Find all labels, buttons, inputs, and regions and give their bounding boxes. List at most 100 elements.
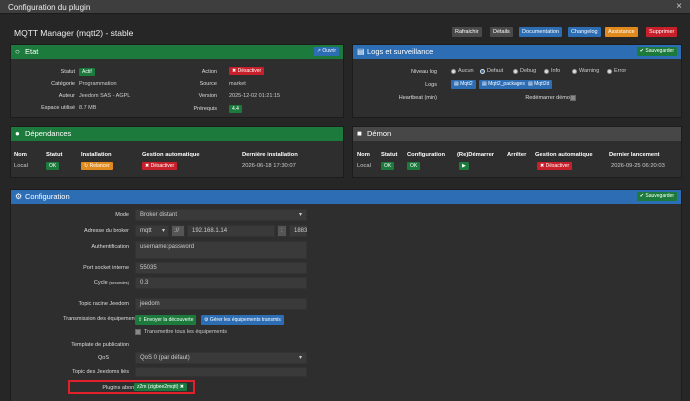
- auteur-value: Jeedom SAS - AGPL: [79, 93, 131, 99]
- version-label: Version: [198, 93, 217, 99]
- log-level-label: Debug: [520, 68, 537, 74]
- log-mqtt2d-button[interactable]: ▤ Mqtt2d: [525, 80, 553, 89]
- categorie-value: Programmation: [79, 81, 117, 87]
- manage-transmitted-button[interactable]: ⚙ Gérer les équipements transmis: [201, 315, 284, 325]
- deps-status-badge: OK: [46, 162, 60, 170]
- config-title: Configuration: [25, 192, 70, 201]
- deps-title: Dépendances: [25, 129, 72, 138]
- linked-topic-input[interactable]: [135, 367, 307, 377]
- demon-col-nom: Nom: [357, 152, 370, 158]
- demon-col-gestion: Gestion automatique: [535, 152, 593, 158]
- logs-panel: ▤ Logs et surveillance ✔ Sauvegarder Niv…: [352, 44, 682, 118]
- circle-icon: ○: [15, 47, 20, 56]
- prerequis-badge: 4.4: [229, 105, 242, 113]
- broker-label: Adresse du broker: [84, 228, 129, 234]
- toolbar-documentation-button[interactable]: Documentation: [519, 27, 562, 37]
- config-save-button[interactable]: ✔ Sauvegarder: [636, 192, 677, 201]
- restart-daemon-label: Redémarrer démon: [525, 95, 573, 101]
- transmit-all-checkbox[interactable]: [135, 329, 141, 335]
- window-title: Configuration du plugin: [8, 3, 91, 12]
- source-value: market: [229, 81, 246, 87]
- broker-protocol-select[interactable]: mqtt ▾: [135, 225, 169, 237]
- window-titlebar: Configuration du plugin ×: [0, 0, 690, 14]
- log-mqtt2-button[interactable]: ▤ Mqtt2: [451, 80, 476, 89]
- demon-col-stop: Arrêter: [507, 152, 527, 158]
- deps-col-gestion: Gestion automatique: [142, 152, 200, 158]
- deactivate-plugin-button[interactable]: ✖ Désactiver: [229, 67, 265, 75]
- deps-col-statut: Statut: [46, 152, 63, 158]
- broker-host-input[interactable]: 192.168.1.14: [187, 225, 275, 237]
- circle-filled-icon: ●: [15, 129, 20, 138]
- demon-deactivate-button[interactable]: ✖ Désactiver: [537, 162, 573, 170]
- template-label: Template de publication: [71, 342, 129, 348]
- auth-label: Authentification: [91, 244, 129, 250]
- toolbar-supprimer-button[interactable]: Supprimer: [646, 27, 678, 37]
- auteur-label: Auteur: [58, 93, 75, 99]
- log-mqtt2-packages-button[interactable]: ▤ Mqtt2_packages: [479, 80, 528, 89]
- log-level-label: Defaut: [487, 68, 504, 74]
- statut-badge: Actif: [79, 68, 95, 76]
- cycle-label: Cycle (secondes): [93, 280, 129, 286]
- demon-panel: ■ Démon Nom Statut Configuration (Re)Dém…: [352, 126, 682, 178]
- deps-col-nom: Nom: [14, 152, 27, 158]
- server-icon: ■: [357, 129, 362, 138]
- toolbar-rafraichir-button[interactable]: Rafraichir: [452, 27, 482, 37]
- deps-row-derniere: 2026-06-18 17:30:07: [242, 163, 296, 169]
- topic-root-input[interactable]: jeedom: [135, 298, 307, 310]
- etat-panel: ○ Etat ↗ Ouvrir Statut Actif Catégorie P…: [10, 44, 344, 118]
- close-icon[interactable]: ×: [676, 1, 682, 12]
- source-label: Source: [199, 81, 217, 87]
- espace-label: Espace utilisé: [41, 105, 75, 111]
- qos-select[interactable]: QoS 0 (par défaut) ▾: [135, 352, 307, 364]
- socket-port-label: Port socket interne: [83, 265, 129, 271]
- mode-select[interactable]: Broker distant ▾: [135, 209, 307, 221]
- open-button[interactable]: ↗ Ouvrir: [313, 47, 339, 56]
- toolbar-changelog-button[interactable]: Changelog: [568, 27, 601, 37]
- restart-daemon-checkbox[interactable]: [570, 95, 576, 101]
- etat-title: Etat: [25, 47, 39, 56]
- log-level-label: Error: [614, 68, 627, 74]
- log-level-error-radio[interactable]: [607, 69, 612, 74]
- version-value: 2025-12-02 01:21:15: [229, 93, 281, 99]
- topic-root-label: Topic racine Jeedom: [78, 301, 129, 307]
- transmission-label: Transmission des équipements: [63, 316, 139, 322]
- demon-col-restart: (Re)Démarrer: [457, 152, 495, 158]
- demon-status-badge: OK: [381, 162, 395, 170]
- deps-col-installation: Installation: [81, 152, 112, 158]
- log-level-aucun-radio[interactable]: [451, 69, 456, 74]
- etat-header: ○ Etat: [11, 45, 343, 59]
- broker-colon: :: [277, 225, 287, 237]
- statut-label: Statut: [60, 69, 75, 75]
- deps-deactivate-button[interactable]: ✖ Désactiver: [142, 162, 178, 170]
- deps-header: ● Dépendances: [11, 127, 343, 141]
- log-level-label: Info: [551, 68, 561, 74]
- deps-row-nom: Local: [14, 163, 28, 169]
- qos-label: QoS: [97, 355, 109, 361]
- deps-relaunch-button[interactable]: ↻ Relancer: [81, 162, 113, 170]
- prerequis-label: Prérequis: [193, 106, 217, 112]
- logs-save-button[interactable]: ✔ Sauvegarder: [636, 47, 677, 56]
- gears-icon: ⚙: [15, 192, 23, 201]
- deps-col-derniere: Dernière installation: [242, 152, 298, 158]
- broker-separator: ://: [171, 225, 185, 237]
- logs-header: ▤ Logs et surveillance: [353, 45, 681, 59]
- play-icon[interactable]: ▶: [459, 162, 469, 170]
- send-discovery-button[interactable]: ⇪ Envoyer la découverte: [135, 315, 197, 325]
- log-level-info-radio[interactable]: [544, 69, 549, 74]
- log-level-defaut-radio[interactable]: [480, 69, 485, 74]
- auth-textarea[interactable]: username:password: [135, 241, 307, 259]
- log-level-debug-radio[interactable]: [513, 69, 518, 74]
- demon-row-dernier: 2026-09-25 06:20:03: [611, 163, 665, 169]
- demon-col-statut: Statut: [381, 152, 398, 158]
- cycle-input[interactable]: 0.3: [135, 277, 307, 289]
- transmit-all-label: Transmettre tous les équipements: [144, 329, 227, 335]
- plugin-tag[interactable]: z2m (zigbee2mqtt) ✖: [134, 383, 187, 391]
- log-level-warning-radio[interactable]: [572, 69, 577, 74]
- toolbar-détails-button[interactable]: Détails: [490, 27, 513, 37]
- toolbar-assistance-button[interactable]: Assistance: [605, 27, 638, 37]
- espace-value: 8.7 MB: [79, 105, 97, 111]
- socket-port-input[interactable]: 55035: [135, 262, 307, 274]
- demon-col-config: Configuration: [407, 152, 445, 158]
- page-title: MQTT Manager (mqtt2) - stable: [14, 28, 134, 38]
- broker-port-input[interactable]: 1883: [289, 225, 307, 237]
